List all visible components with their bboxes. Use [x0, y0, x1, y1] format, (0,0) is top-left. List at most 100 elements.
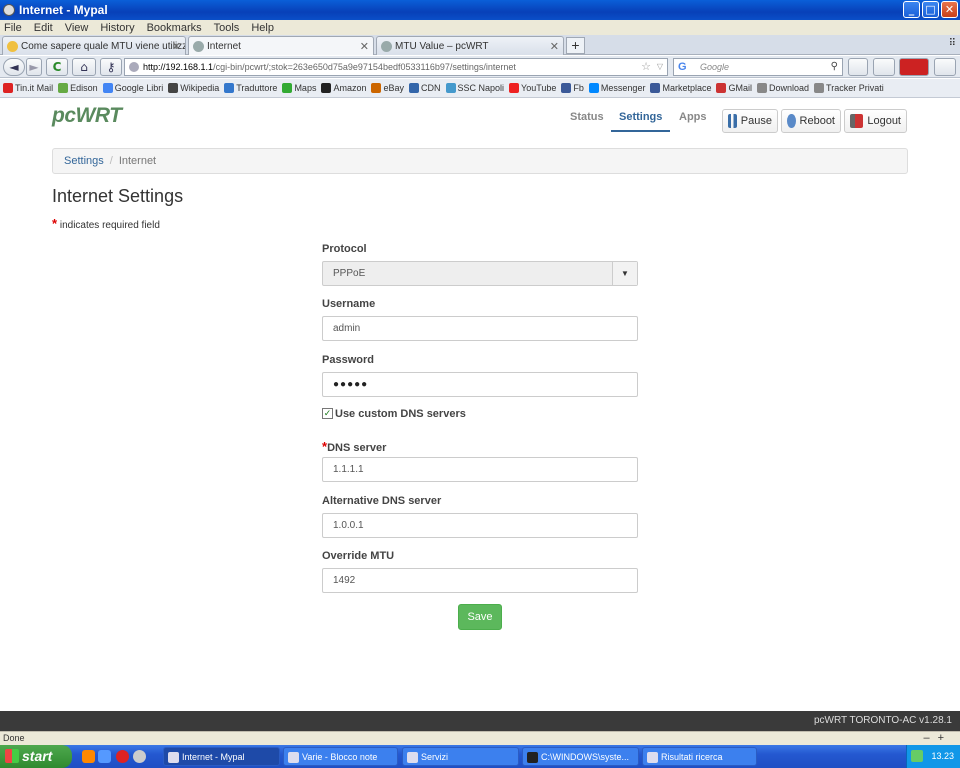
- pause-button[interactable]: Pause: [722, 109, 778, 133]
- tab-close-icon[interactable]: ✕: [172, 40, 181, 53]
- key-button[interactable]: ⚷: [100, 58, 122, 76]
- bookmark-item[interactable]: Download: [757, 83, 809, 93]
- page-content: pcWRT Status Settings Apps Pause Reboot …: [0, 99, 960, 711]
- mypal-icon[interactable]: [133, 750, 146, 763]
- bookmark-item[interactable]: Tin.it Mail: [3, 83, 53, 93]
- bookmark-label: Tin.it Mail: [15, 83, 54, 93]
- password-field[interactable]: ●●●●●: [322, 372, 638, 397]
- download-button[interactable]: [873, 58, 895, 76]
- nav-status[interactable]: Status: [570, 111, 604, 123]
- taskbar-item-cmd[interactable]: C:\WINDOWS\syste...: [522, 747, 639, 766]
- home-button[interactable]: ⌂: [72, 58, 96, 76]
- bookmark-item[interactable]: YouTube: [509, 83, 556, 93]
- bookmark-item[interactable]: Google Libri: [102, 83, 163, 93]
- network-icon[interactable]: [911, 750, 923, 762]
- bookmark-label: CDN: [421, 83, 441, 93]
- bookmark-favicon-icon: [224, 83, 235, 93]
- bookmark-item[interactable]: eBay: [371, 83, 404, 93]
- bookmark-star-icon[interactable]: ☆: [641, 59, 651, 75]
- lightbulb-icon: [7, 40, 18, 52]
- nav-apps[interactable]: Apps: [679, 111, 707, 123]
- tab-mtu-value[interactable]: MTU Value – pcWRT ✕: [376, 36, 564, 55]
- logout-button[interactable]: Logout: [844, 109, 907, 133]
- mypal-icon: [168, 752, 179, 763]
- bookmark-item[interactable]: Messenger: [588, 83, 645, 93]
- taskbar-item-search-results[interactable]: Risultati ricerca: [642, 747, 757, 766]
- menu-tools[interactable]: Tools: [214, 22, 240, 34]
- bookmark-item[interactable]: Traduttore: [224, 83, 277, 93]
- custom-dns-checkbox-label[interactable]: Use custom DNS servers: [335, 408, 466, 420]
- save-button[interactable]: Save: [458, 604, 502, 630]
- custom-dns-checkbox[interactable]: ✓: [322, 408, 333, 419]
- site-identity-icon[interactable]: [129, 62, 139, 72]
- pcwrt-logo[interactable]: pcWRT: [52, 104, 122, 128]
- search-input[interactable]: G Google ⚲: [673, 58, 843, 76]
- forward-button[interactable]: ►: [26, 58, 42, 76]
- new-tab-button[interactable]: +: [566, 37, 585, 54]
- lightbulb-button[interactable]: [848, 58, 868, 76]
- opera-icon[interactable]: [116, 750, 129, 763]
- page-footer: pcWRT TORONTO-AC v1.28.1: [0, 711, 960, 731]
- bookmark-item[interactable]: SSC Napoli: [445, 83, 504, 93]
- quicklaunch-icon[interactable]: [98, 750, 111, 763]
- minimize-button[interactable]: _: [903, 1, 920, 18]
- bookmark-item[interactable]: Marketplace: [650, 83, 711, 93]
- bookmark-item[interactable]: Wikipedia: [168, 83, 219, 93]
- chevron-down-icon[interactable]: ▼: [612, 262, 637, 285]
- bookmark-item[interactable]: Tracker Privati: [814, 83, 884, 93]
- tab-label: Internet: [207, 40, 241, 52]
- back-button[interactable]: ◄: [3, 58, 25, 76]
- url-bar[interactable]: http://192.168.1.1/cgi-bin/pcwrt/;stok=2…: [124, 58, 668, 76]
- alt-dns-server-field[interactable]: 1.0.0.1: [322, 513, 638, 538]
- tab-close-icon[interactable]: ✕: [360, 40, 369, 53]
- tab-close-icon[interactable]: ✕: [550, 40, 559, 53]
- url-dropdown-icon[interactable]: ▽: [657, 59, 663, 75]
- close-window-button[interactable]: ✕: [941, 1, 958, 18]
- breadcrumb-settings-link[interactable]: Settings: [64, 155, 104, 167]
- zoom-in-button[interactable]: +: [938, 732, 952, 744]
- reload-button[interactable]: C: [46, 58, 68, 76]
- taskbar-item-notepad[interactable]: Varie - Blocco note: [283, 747, 398, 766]
- tab-internet[interactable]: Internet ✕: [188, 36, 374, 55]
- menu-view[interactable]: View: [65, 22, 89, 34]
- bookmark-item[interactable]: CDN: [409, 83, 441, 93]
- bookmark-item[interactable]: Edison: [58, 83, 98, 93]
- taskbar-item-services[interactable]: Servizi: [402, 747, 519, 766]
- protocol-select[interactable]: PPPoE ▼: [322, 261, 638, 286]
- page-title: Internet Settings: [52, 186, 184, 206]
- bookmark-item[interactable]: Maps: [282, 83, 316, 93]
- override-mtu-field[interactable]: 1492: [322, 568, 638, 593]
- taskbar-item-mypal[interactable]: Internet - Mypal: [163, 747, 280, 766]
- start-button[interactable]: start: [0, 745, 72, 768]
- menu-history[interactable]: History: [100, 22, 134, 34]
- bookmark-label: Tracker Privati: [826, 83, 884, 93]
- bookmark-favicon-icon: [409, 83, 419, 93]
- bookmark-item[interactable]: Amazon: [321, 83, 366, 93]
- username-field[interactable]: admin: [322, 316, 638, 341]
- bookmark-item[interactable]: GMail: [716, 83, 752, 93]
- dns-server-field[interactable]: 1.1.1.1: [322, 457, 638, 482]
- maximize-button[interactable]: □: [922, 1, 939, 18]
- required-star-icon: *: [52, 216, 58, 231]
- menu-file[interactable]: File: [4, 22, 22, 34]
- google-icon[interactable]: G: [678, 59, 687, 75]
- status-text: Done: [3, 733, 25, 743]
- menu-help[interactable]: Help: [251, 22, 274, 34]
- zoom-out-button[interactable]: –: [923, 732, 937, 744]
- zoom-controls: –+: [923, 732, 952, 745]
- menu-edit[interactable]: Edit: [34, 22, 53, 34]
- menu-bookmarks[interactable]: Bookmarks: [147, 22, 202, 34]
- windows-taskbar: start Internet - Mypal Varie - Blocco no…: [0, 745, 960, 768]
- search-icon[interactable]: ⚲: [831, 59, 838, 75]
- reboot-button[interactable]: Reboot: [781, 109, 841, 133]
- accessibility-button[interactable]: [934, 58, 956, 76]
- bookmark-label: Edison: [70, 83, 98, 93]
- list-all-tabs-icon[interactable]: ⠿: [949, 38, 956, 49]
- tab-mtu-question[interactable]: Come sapere quale MTU viene utilizzato i…: [2, 36, 186, 55]
- bookmark-item[interactable]: Fb: [561, 83, 584, 93]
- quicklaunch-icon[interactable]: [82, 750, 95, 763]
- bookmarks-toolbar: Tin.it Mail Edison Google Libri Wikipedia Tr…: [0, 79, 960, 98]
- bookmark-label: Download: [769, 83, 810, 93]
- nav-settings[interactable]: Settings: [619, 111, 662, 123]
- adblock-button[interactable]: [899, 58, 929, 76]
